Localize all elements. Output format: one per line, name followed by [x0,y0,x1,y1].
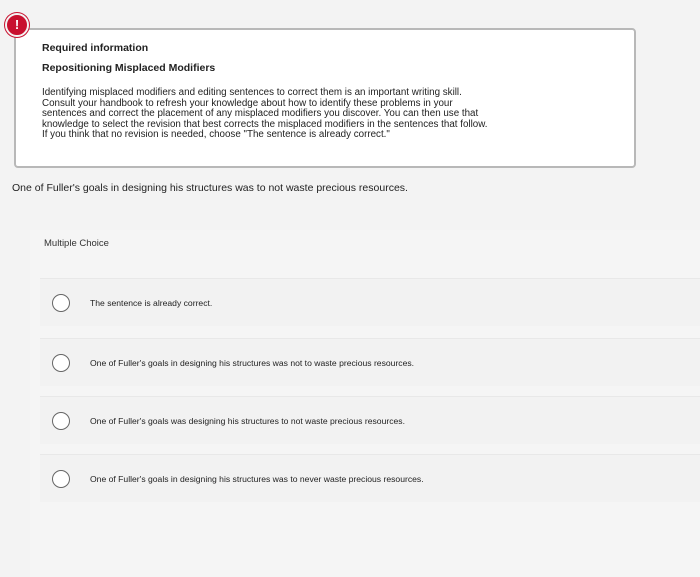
required-information-box: Required information Repositioning Mispl… [14,28,636,168]
multiple-choice-label: Multiple Choice [44,238,109,249]
answer-option-text[interactable]: The sentence is already correct. [90,298,212,308]
info-heading: Required information [42,42,149,54]
info-body: Identifying misplaced modifiers and edit… [42,87,610,141]
answer-option[interactable]: The sentence is already correct. [40,278,700,326]
multiple-choice-panel: Multiple Choice The sentence is already … [30,230,700,577]
answer-option[interactable]: One of Fuller's goals was designing his … [40,396,700,444]
answer-option[interactable]: One of Fuller's goals in designing his s… [40,338,700,386]
info-body-line: Identifying misplaced modifiers and edit… [42,87,462,98]
radio-button[interactable] [52,293,70,312]
radio-button[interactable] [52,469,70,488]
info-subheading: Repositioning Misplaced Modifiers [42,62,216,74]
alert-icon: ! [5,13,29,37]
answer-option[interactable]: One of Fuller's goals in designing his s… [40,454,700,502]
radio-button[interactable] [52,353,70,372]
answer-option-text[interactable]: One of Fuller's goals in designing his s… [90,358,414,368]
info-body-line: If you think that no revision is needed,… [42,129,390,141]
radio-button[interactable] [52,411,70,430]
question-text: One of Fuller's goals in designing his s… [12,182,408,194]
answer-option-text[interactable]: One of Fuller's goals was designing his … [90,416,405,426]
answer-option-text[interactable]: One of Fuller's goals in designing his s… [90,474,424,484]
